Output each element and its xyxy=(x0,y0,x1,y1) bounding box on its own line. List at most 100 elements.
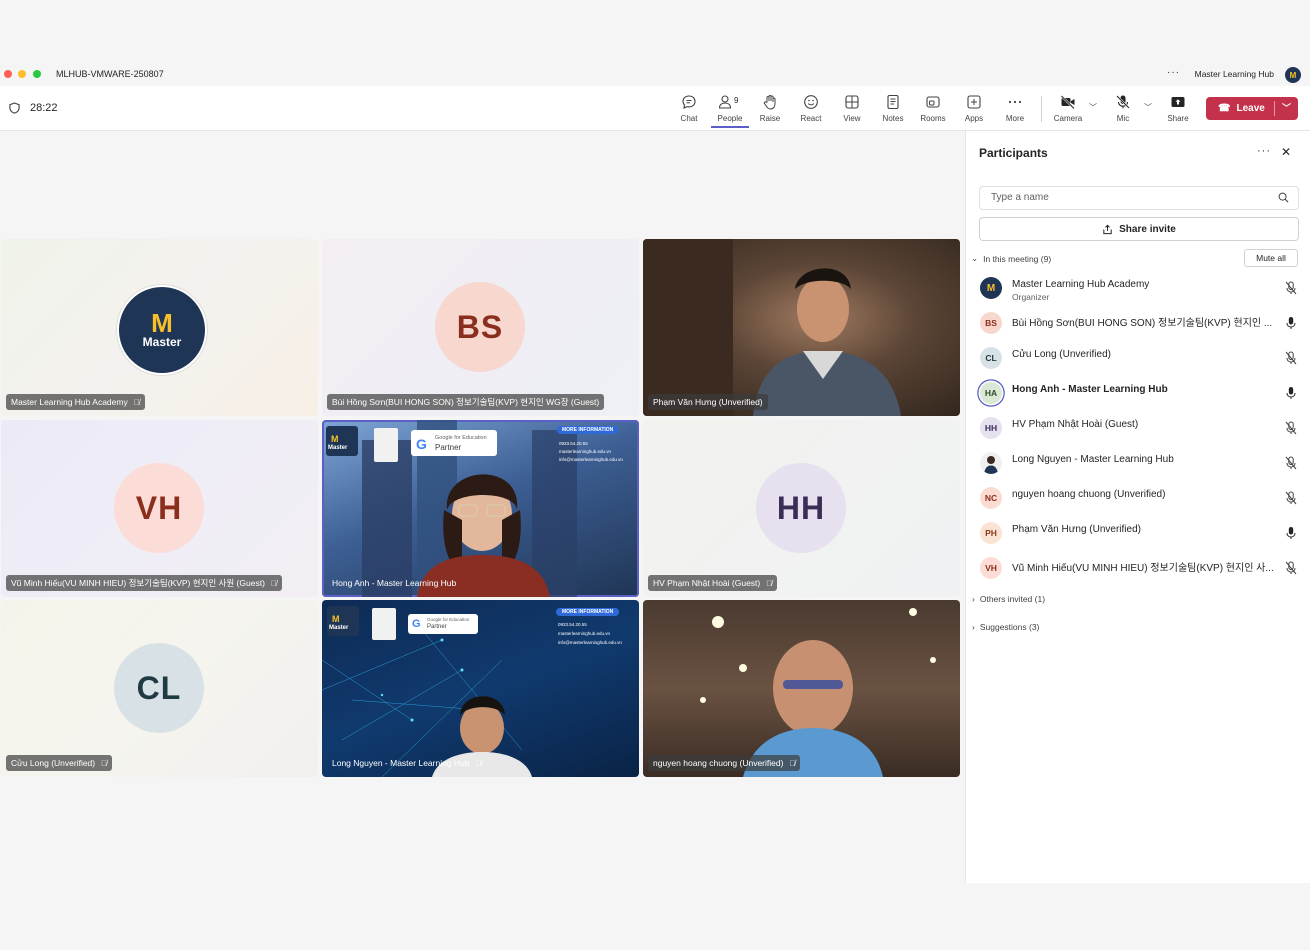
mic-off-icon[interactable] xyxy=(1285,281,1297,295)
contact-email: info@masterlearninghub.edu.vn xyxy=(558,640,622,645)
suggestions-section[interactable]: › Suggestions (3) xyxy=(972,622,1039,632)
contact-web: masterlearninghub.edu.vn xyxy=(559,449,612,454)
mic-options-chevron-icon[interactable]: ﹀ xyxy=(1144,102,1152,113)
participant-row[interactable]: NC nguyen hoang chuong (Unverified) xyxy=(975,482,1300,514)
mic-off-icon[interactable] xyxy=(1285,421,1297,435)
chevron-right-icon: › xyxy=(972,622,975,632)
participant-row[interactable]: BS Bùi Hồng Sơn(BUI HONG SON) 정보기술팀(KVP)… xyxy=(975,307,1300,339)
master-learning-hub-logo: M Master xyxy=(117,285,207,375)
chevron-down-icon: ⌄ xyxy=(971,253,979,263)
account-avatar[interactable]: M xyxy=(1285,67,1301,83)
participant-avatar: BS xyxy=(980,312,1002,334)
more-options-icon[interactable]: ··· xyxy=(1167,67,1180,78)
others-invited-label: Others invited (1) xyxy=(979,594,1046,604)
leave-button[interactable]: ☎ Leave ﹀ xyxy=(1206,97,1298,120)
participant-row[interactable]: HH HV Phạm Nhật Hoài (Guest) xyxy=(975,412,1300,444)
people-button[interactable]: 9 People xyxy=(711,92,749,128)
participant-avatar-logo: M xyxy=(980,277,1002,299)
participant-name-tag: Long Nguyen - Master Learning Hub 🎙̸ xyxy=(327,755,487,771)
participant-row[interactable]: HA Hong Anh - Master Learning Hub xyxy=(975,377,1300,409)
participant-name: Hong Anh - Master Learning Hub xyxy=(1012,384,1168,395)
chat-button[interactable]: Chat xyxy=(670,92,708,128)
video-tile[interactable]: CL Cửu Long (Unverified) 🎙̸ xyxy=(1,600,318,777)
participant-row[interactable]: Long Nguyen - Master Learning Hub xyxy=(975,447,1300,479)
mic-off-icon[interactable] xyxy=(1285,491,1297,505)
mic-off-icon: 🎙̸ xyxy=(101,758,108,768)
tile-name: Phạm Văn Hưng (Unverified) xyxy=(653,397,763,407)
view-button[interactable]: View xyxy=(833,92,871,128)
share-invite-button[interactable]: Share invite xyxy=(979,217,1299,241)
account-name: Master Learning Hub xyxy=(1194,69,1274,79)
active-speaker-tile[interactable]: M Master G Google for Education Partner … xyxy=(322,420,639,597)
participant-name-tag: Master Learning Hub Academy 🎙̸ xyxy=(6,394,145,410)
participant-avatar: NC xyxy=(980,487,1002,509)
minimize-window-button[interactable] xyxy=(18,70,26,78)
participant-row[interactable]: VH Vũ Minh Hiếu(VU MINH HIEU) 정보기술팀(KVP)… xyxy=(975,552,1300,584)
apps-button[interactable]: Apps xyxy=(955,92,993,128)
react-button[interactable]: React xyxy=(792,92,830,128)
google-line1: Google for Education xyxy=(435,435,487,441)
share-button[interactable]: Share xyxy=(1159,92,1197,128)
mic-label: Mic xyxy=(1116,114,1130,123)
contact-info: 0933.54.20.55 masterlearninghub.edu.vn i… xyxy=(559,440,623,464)
apps-label: Apps xyxy=(964,114,984,123)
mic-off-icon[interactable] xyxy=(1285,456,1297,470)
camera-button[interactable]: Camera xyxy=(1049,92,1087,128)
react-label: React xyxy=(800,114,822,123)
close-window-button[interactable] xyxy=(4,70,12,78)
video-tile[interactable]: HH HV Phạm Nhật Hoài (Guest) 🎙̸ xyxy=(643,420,960,597)
video-tile[interactable]: BS Bùi Hồng Sơn(BUI HONG SON) 정보기술팀(KVP)… xyxy=(322,239,639,416)
participant-search xyxy=(979,186,1299,210)
participant-avatar: HH xyxy=(980,417,1002,439)
meeting-timer: 28:22 xyxy=(30,102,58,114)
video-tile[interactable]: VH Vũ Minh Hiếu(VU MINH HIEU) 정보기술팀(KVP)… xyxy=(1,420,318,597)
participant-row[interactable]: PH Phạm Văn Hưng (Unverified) xyxy=(975,517,1300,549)
panel-title: Participants xyxy=(979,146,1048,160)
participant-name-tag: Vũ Minh Hiếu(VU MINH HIEU) 정보기술팀(KVP) 현지… xyxy=(6,575,282,591)
slide-logo-mark: M xyxy=(331,434,339,444)
others-invited-section[interactable]: › Others invited (1) xyxy=(972,594,1045,604)
mic-button[interactable]: Mic xyxy=(1104,92,1142,128)
google-partner-badge: G Google for Education Partner xyxy=(411,430,497,456)
video-tile[interactable]: Phạm Văn Hưng (Unverified) xyxy=(643,239,960,416)
mic-icon[interactable] xyxy=(1285,526,1297,540)
leave-options-chevron-icon[interactable]: ﹀ xyxy=(1282,101,1291,114)
more-label: More xyxy=(1005,114,1025,123)
chat-label: Chat xyxy=(680,114,698,123)
mute-all-button[interactable]: Mute all xyxy=(1244,249,1298,267)
video-tile[interactable]: M Master G Google for Education Partner … xyxy=(322,600,639,777)
rooms-button[interactable]: Rooms xyxy=(914,92,952,128)
search-input[interactable] xyxy=(989,191,1263,204)
mic-off-icon[interactable] xyxy=(1285,351,1297,365)
camera-options-chevron-icon[interactable]: ﹀ xyxy=(1089,102,1097,113)
zoom-window-button[interactable] xyxy=(33,70,41,78)
participant-row[interactable]: CL Cửu Long (Unverified) xyxy=(975,342,1300,374)
mic-off-icon[interactable] xyxy=(1285,561,1297,575)
notes-button[interactable]: Notes xyxy=(874,92,912,128)
mic-icon[interactable] xyxy=(1285,386,1297,400)
participant-name-tag: nguyen hoang chuong (Unverified) 🎙̸ xyxy=(648,755,801,771)
in-meeting-section[interactable]: ⌄ In this meeting (9) xyxy=(971,253,1051,264)
google-icon: G xyxy=(412,618,421,630)
more-button[interactable]: More xyxy=(996,92,1034,128)
tile-name: Bùi Hồng Sơn(BUI HONG SON) 정보기술팀(KVP) 현지… xyxy=(332,397,600,407)
participant-name: Master Learning Hub Academy xyxy=(1012,279,1150,290)
contact-email: info@masterlearninghub.edu.vn xyxy=(559,457,623,462)
leave-divider xyxy=(1274,101,1275,116)
people-icon xyxy=(718,95,732,109)
video-tile[interactable]: nguyen hoang chuong (Unverified) 🎙̸ xyxy=(643,600,960,777)
shield-icon xyxy=(9,102,20,114)
mic-icon[interactable] xyxy=(1285,316,1297,330)
raise-hand-button[interactable]: Raise xyxy=(751,92,789,128)
google-line2: Partner xyxy=(427,624,447,630)
tile-name: Long Nguyen - Master Learning Hub xyxy=(332,758,470,768)
share-screen-icon xyxy=(1171,97,1185,107)
close-icon[interactable]: ✕ xyxy=(1281,145,1291,159)
contact-info: 0933.54.20.55 masterlearninghub.edu.vn i… xyxy=(558,620,622,647)
panel-more-icon[interactable]: ··· xyxy=(1257,145,1271,157)
participant-name-tag: Bùi Hồng Sơn(BUI HONG SON) 정보기술팀(KVP) 현지… xyxy=(327,394,605,410)
participant-name: nguyen hoang chuong (Unverified) xyxy=(1012,489,1166,500)
search-icon[interactable] xyxy=(1278,192,1289,203)
participant-row[interactable]: M Master Learning Hub Academy Organizer xyxy=(975,272,1300,304)
video-tile[interactable]: M Master Master Learning Hub Academy 🎙̸ xyxy=(1,239,318,416)
